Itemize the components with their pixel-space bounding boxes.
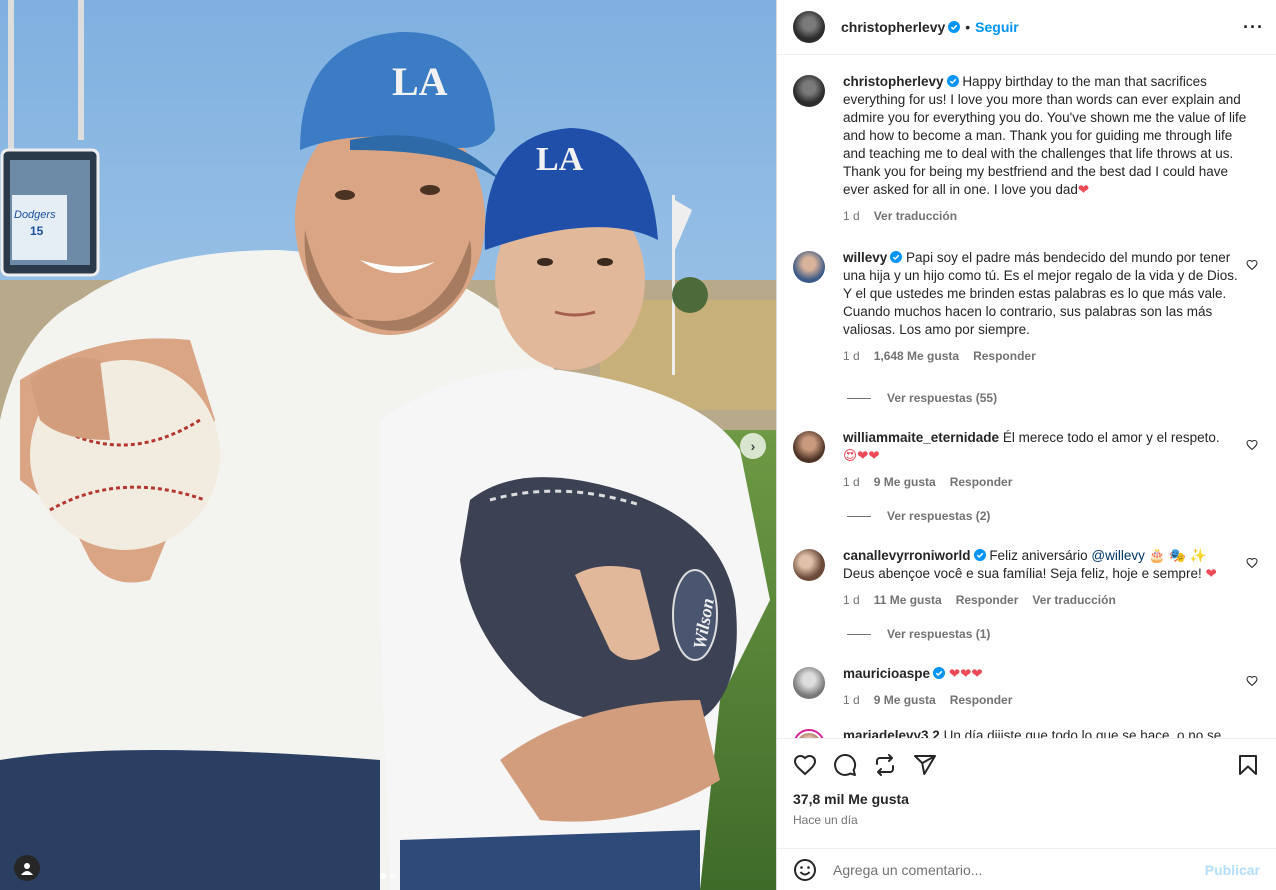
post-header: christopherlevy • Seguir ···	[777, 0, 1276, 55]
heart-icon[interactable]	[793, 753, 817, 777]
carousel-dot	[390, 873, 396, 879]
comment-time: 1 d	[843, 693, 860, 707]
verified-icon	[948, 21, 961, 33]
commenter-avatar[interactable]	[793, 549, 825, 581]
comment-text: Un día dijiste que todo lo que se hace, …	[943, 728, 1222, 738]
post-side-panel: christopherlevy • Seguir ··· christopher…	[776, 0, 1276, 890]
add-comment-bar: Agrega un comentario... Publicar	[777, 848, 1276, 890]
comment-time: 1 d	[843, 349, 860, 363]
carousel-dots	[380, 873, 396, 879]
author-avatar[interactable]	[793, 75, 825, 107]
reply-button[interactable]: Responder	[973, 347, 1036, 365]
comment: williammaite_eternidade Él merece todo e…	[793, 429, 1260, 491]
comment-emojis: 🎂 🎭 ✨	[1148, 548, 1207, 563]
author-avatar[interactable]	[793, 11, 825, 43]
reply-button[interactable]: Responder	[956, 591, 1019, 609]
follow-button[interactable]: Seguir	[975, 19, 1019, 35]
commenter-avatar[interactable]	[793, 431, 825, 463]
heart-icon[interactable]	[1246, 259, 1258, 271]
view-replies-label[interactable]: Ver respuestas (2)	[887, 509, 990, 523]
instagram-post-modal: Dodgers 15 LA LA Wilson › christopherlev…	[0, 0, 1276, 890]
comment-icon[interactable]	[833, 753, 857, 777]
comment: willevy Papi soy el padre más bendecido …	[793, 249, 1260, 365]
translate-link[interactable]: Ver traducción	[874, 207, 957, 225]
boy-cap-logo: LA	[536, 141, 584, 178]
commenter-username[interactable]: mauricioaspe	[843, 666, 930, 681]
more-icon[interactable]: ···	[1243, 17, 1264, 38]
comment-input[interactable]: Agrega un comentario...	[833, 862, 1205, 878]
commenter-username[interactable]: mariadelevy3.2	[843, 728, 940, 738]
view-replies-label[interactable]: Ver respuestas (55)	[887, 391, 997, 405]
post-time: Hace un día	[793, 813, 858, 827]
author-username[interactable]: christopherlevy	[841, 19, 945, 35]
comment: canallevyrroniworld Feliz aniversário @w…	[793, 547, 1260, 609]
post-media[interactable]: Dodgers 15 LA LA Wilson ›	[0, 0, 776, 890]
reply-button[interactable]: Responder	[950, 473, 1013, 491]
scoreboard-number: 15	[30, 224, 44, 238]
caption-text: Happy birthday to the man that sacrifice…	[843, 74, 1247, 197]
commenter-username[interactable]: willevy	[843, 250, 887, 265]
heart-icon[interactable]	[1246, 675, 1258, 687]
comment-time: 1 d	[843, 593, 860, 607]
comment-emojis: ❤❤❤	[948, 666, 983, 681]
verified-icon	[946, 75, 959, 87]
comment-likes[interactable]: 1,648 Me gusta	[874, 347, 959, 365]
caption: christopherlevy Happy birthday to the ma…	[793, 73, 1260, 225]
send-icon[interactable]	[913, 753, 937, 777]
comment-likes[interactable]: 9 Me gusta	[874, 691, 936, 709]
scoreboard-jersey-text: Dodgers	[14, 209, 56, 221]
verified-icon	[890, 251, 903, 263]
commenter-avatar[interactable]	[793, 251, 825, 283]
comment-text-line2: Deus abençoe você e sua família! Seja fe…	[843, 566, 1202, 581]
comment-time: 1 d	[843, 475, 860, 489]
publish-button[interactable]: Publicar	[1205, 862, 1260, 878]
emoji-icon[interactable]	[793, 858, 817, 882]
carousel-dot	[380, 873, 386, 879]
verified-icon	[973, 549, 986, 561]
commenter-username[interactable]: canallevyrroniworld	[843, 548, 971, 563]
heart-emoji: ❤	[1205, 566, 1217, 581]
action-bar: 37,8 mil Me gusta Hace un día	[777, 738, 1276, 838]
comment-text: Papi soy el padre más bendecido del mund…	[843, 250, 1238, 337]
commenter-avatar[interactable]	[793, 667, 825, 699]
caption-time: 1 d	[843, 209, 860, 223]
share-icon[interactable]	[873, 753, 897, 777]
comment-text: Él merece todo el amor y el respeto.	[1002, 430, 1220, 445]
heart-emoji: ❤	[1077, 182, 1090, 197]
verified-icon	[933, 667, 946, 679]
heart-icon[interactable]	[1246, 439, 1258, 451]
man-cap-logo: LA	[392, 59, 448, 104]
heart-icon[interactable]	[1246, 557, 1258, 569]
commenter-avatar[interactable]	[793, 729, 825, 738]
view-replies-button[interactable]: Ver respuestas (1)	[847, 627, 1260, 641]
view-replies-label[interactable]: Ver respuestas (1)	[887, 627, 990, 641]
view-replies-button[interactable]: Ver respuestas (55)	[847, 391, 1260, 405]
post-likes[interactable]: 37,8 mil Me gusta	[793, 791, 1260, 807]
translate-link[interactable]: Ver traducción	[1032, 591, 1115, 609]
comment-likes[interactable]: 11 Me gusta	[874, 591, 942, 609]
save-icon[interactable]	[1236, 753, 1260, 777]
next-arrow-icon[interactable]: ›	[740, 433, 766, 459]
comments-list[interactable]: christopherlevy Happy birthday to the ma…	[777, 56, 1276, 738]
separator: •	[965, 19, 971, 35]
view-replies-button[interactable]: Ver respuestas (2)	[847, 509, 1260, 523]
caption-username[interactable]: christopherlevy	[843, 74, 944, 89]
reply-button[interactable]: Responder	[950, 691, 1013, 709]
mention-link[interactable]: @willevy	[1091, 548, 1144, 563]
comment: mauricioaspe ❤❤❤ 1 d 9 Me gusta Responde…	[793, 665, 1260, 709]
comment-likes[interactable]: 9 Me gusta	[874, 473, 936, 491]
post-photo: Dodgers 15 LA LA Wilson	[0, 0, 776, 890]
comment-text: Feliz aniversário	[989, 548, 1088, 563]
tag-user-icon[interactable]	[14, 855, 40, 881]
comment-emojis: 😍❤❤	[843, 448, 880, 463]
comment: mariadelevy3.2 Un día dijiste que todo l…	[793, 727, 1260, 738]
commenter-username[interactable]: williammaite_eternidade	[843, 430, 999, 445]
